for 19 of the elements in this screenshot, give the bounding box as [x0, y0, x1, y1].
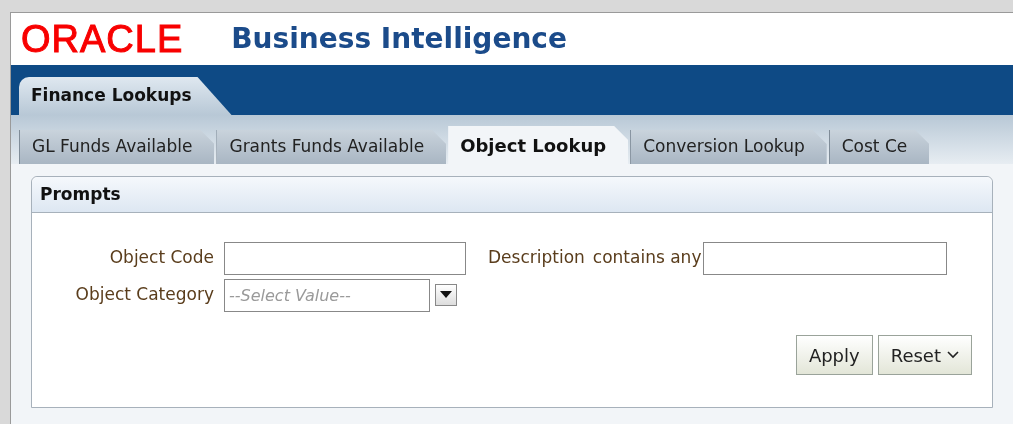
object-code-input[interactable]: [224, 241, 466, 275]
page-tab[interactable]: Conversion Lookup: [630, 130, 827, 164]
oracle-logo: ORACLE: [21, 20, 184, 58]
field-label: Object Code: [108, 246, 215, 270]
apply-button[interactable]: Apply: [795, 335, 873, 375]
reset-button[interactable]: Reset: [877, 335, 972, 375]
page-tab[interactable]: Object Lookup: [448, 126, 629, 164]
chevron-down-icon: [947, 351, 959, 359]
product-title: Business Intelligence: [231, 21, 567, 57]
dashboard-tab[interactable]: Finance Lookups: [19, 77, 232, 115]
category-dropdown[interactable]: --Select Value--: [224, 278, 430, 312]
operator-label: contains any: [592, 246, 702, 270]
page-tab[interactable]: Cost Ce: [828, 130, 930, 164]
description-input[interactable]: [703, 241, 948, 275]
field-label: Description: [488, 246, 585, 270]
page-tab[interactable]: GL Funds Available: [19, 130, 215, 164]
page-tab[interactable]: Grants Funds Available: [216, 130, 447, 164]
field-label: Object Category: [74, 283, 215, 307]
panel-title: Prompts: [40, 182, 121, 206]
